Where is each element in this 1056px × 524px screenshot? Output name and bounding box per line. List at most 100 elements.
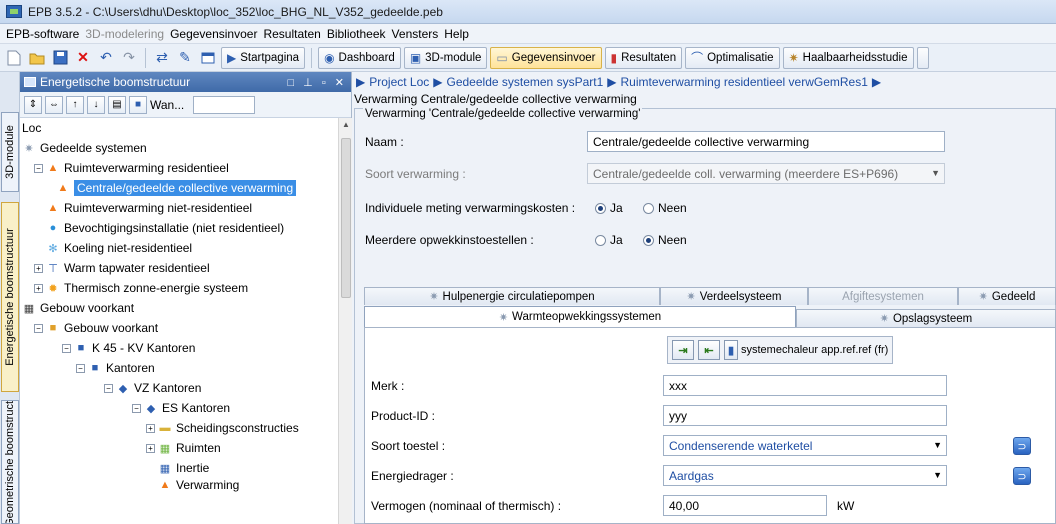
panel-window-controls[interactable]: □ ⊥ ▫ ✕ xyxy=(287,76,351,89)
tree-node-kantoren[interactable]: − ■ Kantoren xyxy=(76,358,155,378)
tree-node-ruimteverwarming-residentieel[interactable]: − ▲ Ruimteverwarming residentieel xyxy=(34,158,229,178)
collapse-toggle[interactable]: − xyxy=(104,383,113,393)
move-up-icon[interactable]: ↑ xyxy=(66,95,84,114)
menu-resultaten[interactable]: Resultaten xyxy=(263,27,320,41)
tab-verdeelsysteem[interactable]: ✷ Verdeelsysteem xyxy=(660,287,808,305)
tree-node-warm-tapwater[interactable]: + ⊤ Warm tapwater residentieel xyxy=(34,258,210,278)
opwek-neen-radio[interactable]: Neen xyxy=(643,233,687,247)
tab-afgiftesystemen[interactable]: Afgiftesystemen xyxy=(808,287,958,305)
expand-all-icon[interactable]: ⇔ xyxy=(45,95,63,114)
collapse-toggle[interactable]: − xyxy=(132,403,141,413)
soort-toestel-select[interactable]: Condenserende waterketel ▼ xyxy=(663,435,947,456)
product-id-field[interactable]: yyy xyxy=(663,405,947,426)
collapse-all-icon[interactable]: ⇕ xyxy=(24,95,42,114)
tab-energetische-boomstructuur[interactable]: Energetische boomstructuur xyxy=(1,202,19,392)
optimalisatie-button[interactable]: ⌒ Optimalisatie xyxy=(685,46,780,69)
dashboard-button[interactable]: ◉ Dashboard xyxy=(318,46,401,69)
collapse-toggle[interactable]: − xyxy=(62,343,71,353)
menu-gegevensinvoer[interactable]: Gegevensinvoer xyxy=(170,27,257,41)
tree-node-inertie[interactable]: ▦ Inertie xyxy=(158,458,210,478)
tree-node-gedeelde-systemen[interactable]: ✷ Gedeelde systemen xyxy=(22,138,146,158)
library-selection[interactable]: ▮ systemechaleur app.ref.ref (fr) xyxy=(724,340,888,360)
vermogen-field[interactable]: 40,00 xyxy=(663,495,827,516)
menu-bibliotheek[interactable]: Bibliotheek xyxy=(327,27,386,41)
tab-opslagsysteem[interactable]: ✷ Opslagsysteem xyxy=(796,309,1056,327)
soort-toestel-link-icon[interactable]: ⊃ xyxy=(1013,437,1031,455)
meting-ja-radio[interactable]: Ja xyxy=(595,201,623,215)
collapse-toggle[interactable]: − xyxy=(34,323,43,333)
tree-node-gebouw-voorkant-2[interactable]: − ■ Gebouw voorkant xyxy=(34,318,158,338)
edit-icon[interactable]: ✎ xyxy=(175,48,195,68)
tree-node-ruimteverwarming-niet-residentieel[interactable]: ▲ Ruimteverwarming niet-residentieel xyxy=(46,198,253,218)
menu-vensters[interactable]: Vensters xyxy=(392,27,439,41)
radio-icon xyxy=(595,235,606,246)
energiedrager-link-icon[interactable]: ⊃ xyxy=(1013,467,1031,485)
opwek-ja-radio[interactable]: Ja xyxy=(595,233,623,247)
gear-icon: ✷ xyxy=(498,311,509,324)
scroll-up-icon[interactable]: ▲ xyxy=(339,118,353,132)
tree-node-vz-kantoren[interactable]: − ◆ VZ Kantoren xyxy=(104,378,201,398)
expand-toggle[interactable]: + xyxy=(146,443,155,453)
tree-node-label: K 45 - KV Kantoren xyxy=(92,341,196,355)
breadcrumb-gedeelde-systemen[interactable]: Gedeelde systemen sysPart1 xyxy=(447,75,604,89)
window-icon[interactable] xyxy=(198,48,218,68)
breadcrumb-project[interactable]: Project Loc xyxy=(369,75,429,89)
expand-toggle[interactable]: + xyxy=(34,263,43,273)
tree-node-thermisch-zonne[interactable]: + ✹ Thermisch zonne-energie systeem xyxy=(34,278,248,298)
tab-3d-module[interactable]: 3D-module xyxy=(1,112,19,192)
menu-3d-modelering[interactable]: 3D-modelering xyxy=(85,27,164,41)
tab-hulpenergie[interactable]: ✷ Hulpenergie circulatiepompen xyxy=(364,287,660,305)
startpagina-button[interactable]: ▶ Startpagina xyxy=(221,46,306,69)
redo-icon[interactable]: ↷ xyxy=(119,48,139,68)
tree-node-k45[interactable]: − ■ K 45 - KV Kantoren xyxy=(62,338,195,358)
meting-neen-radio[interactable]: Neen xyxy=(643,201,687,215)
opwek-neen-label: Neen xyxy=(658,233,687,247)
merk-field[interactable]: xxx xyxy=(663,375,947,396)
gegevensinvoer-button[interactable]: ▭ Gegevensinvoer xyxy=(490,46,602,69)
3d-module-button[interactable]: ▣ 3D-module xyxy=(403,46,488,69)
expand-toggle[interactable]: + xyxy=(146,423,155,433)
tree-node-koeling[interactable]: ✻ Koeling niet-residentieel xyxy=(46,238,192,258)
energiedrager-select[interactable]: Aardgas ▼ xyxy=(663,465,947,486)
breadcrumb-ruimteverwarming[interactable]: Ruimteverwarming residentieel verwGemRes… xyxy=(620,75,867,89)
import-icon[interactable]: ⇥ xyxy=(672,340,694,360)
collapse-toggle[interactable]: − xyxy=(34,163,43,173)
naam-field[interactable]: Centrale/gedeelde collective verwarming xyxy=(587,131,945,152)
expand-toggle[interactable]: + xyxy=(34,283,43,293)
open-folder-icon[interactable] xyxy=(27,48,47,68)
new-file-icon[interactable] xyxy=(4,48,24,68)
export-icon[interactable]: ⇤ xyxy=(698,340,720,360)
haalbaarheidsstudie-label: Haalbaarheidsstudie xyxy=(802,51,908,64)
v-icon: ◆ xyxy=(118,382,128,395)
tree-node-gebouw-voorkant[interactable]: ▦ Gebouw voorkant xyxy=(22,298,134,318)
haalbaarheidsstudie-button[interactable]: ✷ Haalbaarheidsstudie xyxy=(782,46,914,69)
tree-node-bevochtigingsinstallatie[interactable]: ● Bevochtigingsinstallatie (niet residen… xyxy=(46,218,284,238)
tree-node-verwarming[interactable]: ▲ Verwarming xyxy=(158,478,240,492)
gear-icon: ✷ xyxy=(978,291,988,303)
tree-node-es-kantoren[interactable]: − ◆ ES Kantoren xyxy=(132,398,230,418)
refresh-icon[interactable]: ⇄ xyxy=(152,48,172,68)
move-down-icon[interactable]: ↓ xyxy=(87,95,105,114)
tree-node-scheidingsconstructies[interactable]: + ▬ Scheidingsconstructies xyxy=(146,418,299,438)
delete-icon[interactable]: ✕ xyxy=(73,48,93,68)
undo-icon[interactable]: ↶ xyxy=(96,48,116,68)
tree-search-input[interactable] xyxy=(193,95,256,114)
soort-verwarming-select[interactable]: Centrale/gedeelde coll. verwarming (meer… xyxy=(587,163,945,184)
collapse-toggle[interactable]: − xyxy=(76,363,85,373)
toolbar-overflow-button[interactable] xyxy=(916,46,929,69)
tree-node-loc[interactable]: Loc xyxy=(22,118,41,138)
menu-epb-software[interactable]: EPB-software xyxy=(6,27,79,41)
menu-help[interactable]: Help xyxy=(444,27,469,41)
3d-module-label: 3D-module xyxy=(425,51,482,64)
tree-scrollbar[interactable]: ▲ xyxy=(338,118,352,524)
scroll-thumb[interactable] xyxy=(341,138,351,298)
save-icon[interactable] xyxy=(50,48,70,68)
wan-filter[interactable]: ■ Wan... xyxy=(129,95,184,114)
tree-node-centrale-gedeelde[interactable]: ▲ Centrale/gedeelde collective verwarmin… xyxy=(56,178,297,198)
list-view-icon[interactable]: ▤ xyxy=(108,95,126,114)
tab-gedeeld[interactable]: ✷ Gedeeld xyxy=(958,287,1056,305)
tree-node-ruimten[interactable]: + ▦ Ruimten xyxy=(146,438,221,458)
tab-geometrische-boomstructuur[interactable]: Geometrische boomstructuur xyxy=(1,400,19,524)
resultaten-button[interactable]: ▮ Resultaten xyxy=(604,46,683,69)
tab-warmteopwekkingssystemen[interactable]: ✷ Warmteopwekkingssystemen xyxy=(364,306,796,327)
